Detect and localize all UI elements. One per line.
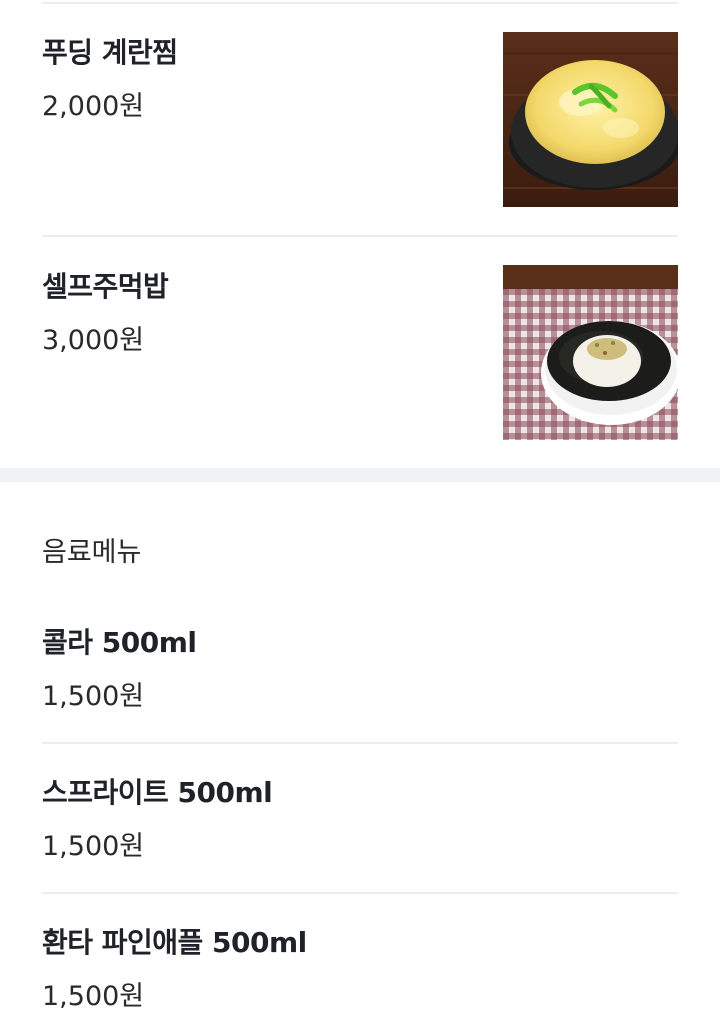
divider (42, 892, 678, 894)
menu-item-fanta-pineapple[interactable]: 환타 파인애플 500ml 1,500원 (42, 923, 678, 1017)
divider (42, 235, 678, 237)
menu-item-name: 콜라 500ml (42, 626, 197, 659)
menu-item-sprite[interactable]: 스프라이트 500ml 1,500원 (42, 773, 678, 867)
rice-ball-photo[interactable] (503, 265, 678, 440)
section-title-drinks: 음료메뉴 (42, 537, 142, 568)
menu-item-cola[interactable]: 콜라 500ml 1,500원 (42, 623, 678, 717)
divider (42, 742, 678, 744)
menu-item-price: 1,500원 (42, 831, 145, 862)
menu-item-price: 1,500원 (42, 681, 145, 712)
menu-item-name: 스프라이트 500ml (42, 776, 273, 809)
section-separator (0, 468, 720, 482)
steamed-egg-photo[interactable] (503, 32, 678, 207)
menu-item-name: 환타 파인애플 500ml (42, 926, 307, 959)
divider (42, 2, 678, 4)
menu-item-price: 1,500원 (42, 981, 145, 1012)
